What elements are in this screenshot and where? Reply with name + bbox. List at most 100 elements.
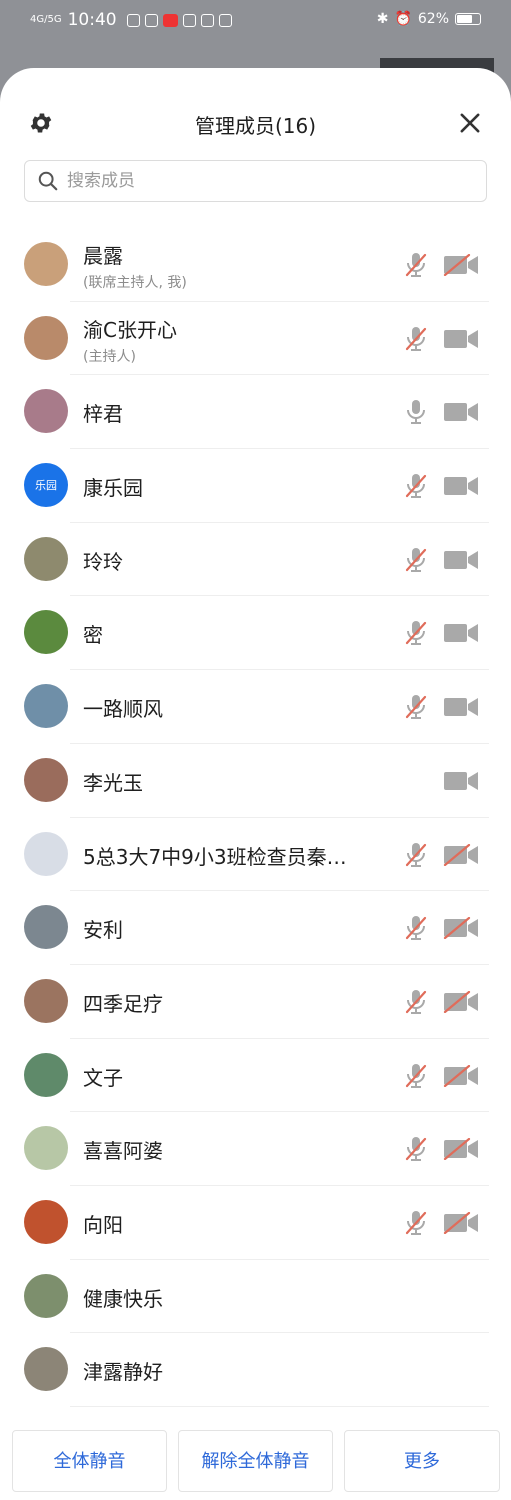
avatar	[24, 1273, 68, 1318]
manage-members-sheet: 管理成员(16) 晨露 (联席主持人, 我) 渝C张开心 (主持人) 梓君乐园 康乐园玲玲…	[0, 68, 511, 1500]
member-name: 四季足疗	[83, 991, 163, 1016]
member-row[interactable]: 乐园 康乐园	[0, 449, 511, 523]
row-divider	[70, 1406, 489, 1407]
member-row[interactable]: 密	[0, 596, 511, 671]
member-name: 晨露	[83, 244, 123, 268]
bluetooth-icon: ✱	[376, 11, 389, 27]
mic-muted-icon[interactable]	[404, 619, 428, 647]
more-button[interactable]: 更多	[344, 1430, 500, 1492]
mic-muted-icon[interactable]	[404, 841, 428, 869]
mute-all-button[interactable]: 全体静音	[12, 1430, 167, 1492]
camera-off-icon[interactable]	[443, 917, 479, 940]
member-name: 康乐园	[83, 476, 143, 501]
member-row[interactable]: 一路顺风	[0, 670, 511, 744]
camera-off-icon[interactable]	[443, 254, 479, 276]
footer-actions: 全体静音 解除全体静音 更多	[0, 1430, 511, 1500]
camera-off-icon[interactable]	[443, 1064, 479, 1087]
avatar	[24, 389, 68, 434]
member-name: 津露静好	[83, 1360, 163, 1385]
camera-off-icon[interactable]	[443, 1138, 479, 1161]
member-row[interactable]: 安利	[0, 891, 511, 965]
avatar	[24, 610, 68, 655]
signal-icon: 4G/5G	[30, 14, 62, 25]
avatar	[24, 1347, 68, 1392]
member-name: 喜喜阿婆	[83, 1139, 163, 1164]
avatar	[24, 315, 68, 360]
avatar	[24, 757, 68, 802]
camera-icon[interactable]	[443, 549, 479, 571]
member-name: 梓君	[83, 402, 123, 427]
camera-off-icon[interactable]	[443, 1211, 479, 1234]
search-icon	[38, 171, 58, 191]
member-row[interactable]: 津露静好	[0, 1333, 511, 1407]
unmute-all-button[interactable]: 解除全体静音	[178, 1430, 333, 1492]
mic-muted-icon[interactable]	[404, 914, 428, 942]
mic-icon[interactable]	[404, 398, 428, 426]
status-bar: 4G/5G 10:40 ✱ ⏰ 62%	[0, 0, 511, 40]
member-row[interactable]: 文子	[0, 1039, 511, 1113]
mic-muted-icon[interactable]	[404, 546, 428, 574]
status-bar-right: ✱ ⏰ 62%	[377, 11, 481, 27]
avatar	[24, 831, 68, 876]
member-row[interactable]: 健康快乐	[0, 1260, 511, 1334]
camera-icon[interactable]	[443, 328, 479, 350]
mic-muted-icon[interactable]	[404, 251, 428, 279]
avatar	[24, 1052, 68, 1097]
member-row[interactable]: 晨露 (联席主持人, 我)	[0, 228, 511, 302]
camera-off-icon[interactable]	[443, 990, 479, 1013]
camera-off-icon[interactable]	[443, 843, 479, 866]
status-bar-left: 4G/5G 10:40	[30, 10, 232, 30]
avatar	[24, 684, 68, 729]
member-row[interactable]: 李光玉	[0, 744, 511, 818]
app-icon	[126, 13, 140, 27]
red-app-icon	[162, 13, 178, 27]
member-name: 健康快乐	[83, 1286, 163, 1311]
avatar	[24, 242, 68, 286]
alarm-icon: ⏰	[394, 11, 412, 27]
mic-muted-icon[interactable]	[404, 472, 428, 500]
app-icon	[144, 13, 158, 27]
battery-icon	[455, 13, 481, 25]
member-row[interactable]: 向阳	[0, 1186, 511, 1260]
member-name: 一路顺风	[83, 697, 163, 722]
member-role: (联席主持人, 我)	[83, 275, 187, 291]
avatar	[24, 1199, 68, 1244]
member-row[interactable]: 渝C张开心 (主持人)	[0, 302, 511, 376]
app-icon	[182, 13, 196, 27]
search-box[interactable]	[24, 160, 487, 202]
camera-icon[interactable]	[443, 622, 479, 644]
member-role: (主持人)	[83, 348, 136, 365]
tiktok-icon	[200, 13, 214, 27]
member-name: 渝C张开心	[83, 317, 177, 342]
avatar	[24, 536, 68, 581]
mic-muted-icon[interactable]	[404, 693, 428, 721]
avatar	[24, 1126, 68, 1171]
member-name: 5总3大7中9小3班检查员秦…	[83, 844, 347, 869]
member-name: 玲玲	[83, 549, 123, 574]
member-name: 安利	[83, 918, 123, 943]
mic-muted-icon[interactable]	[404, 1062, 428, 1090]
member-row[interactable]: 5总3大7中9小3班检查员秦…	[0, 818, 511, 892]
member-row[interactable]: 玲玲	[0, 523, 511, 597]
member-row[interactable]: 四季足疗	[0, 965, 511, 1039]
mic-muted-icon[interactable]	[404, 1209, 428, 1237]
member-row[interactable]: 喜喜阿婆	[0, 1112, 511, 1186]
member-row[interactable]: 梓君	[0, 375, 511, 450]
app-icon	[218, 13, 232, 27]
member-name: 文子	[83, 1065, 123, 1090]
avatar: 乐园	[24, 463, 68, 508]
camera-icon[interactable]	[443, 401, 479, 423]
avatar	[24, 905, 68, 950]
notification-icons	[126, 13, 232, 27]
close-icon[interactable]	[456, 109, 484, 137]
member-name: 向阳	[83, 1212, 123, 1237]
search-input[interactable]	[65, 170, 449, 192]
mic-muted-icon[interactable]	[404, 325, 428, 353]
camera-icon[interactable]	[443, 770, 479, 792]
member-name: 李光玉	[83, 770, 143, 795]
member-name: 密	[83, 623, 103, 648]
camera-icon[interactable]	[443, 475, 479, 497]
camera-icon[interactable]	[443, 696, 479, 718]
mic-muted-icon[interactable]	[404, 988, 428, 1016]
mic-muted-icon[interactable]	[404, 1135, 428, 1163]
